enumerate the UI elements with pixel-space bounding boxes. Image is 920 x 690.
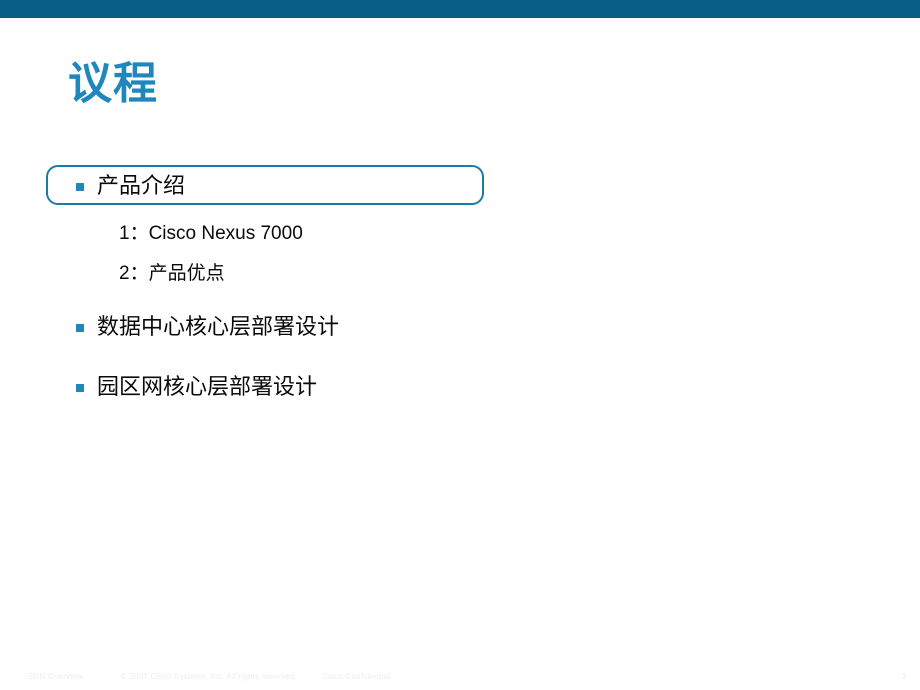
page-title: 议程 xyxy=(68,59,158,108)
footer-deck-name: SDN Overview xyxy=(28,672,83,681)
agenda-item-campus-core-design[interactable]: 园区网核心层部署设计 xyxy=(76,374,317,400)
agenda-item-label: 园区网核心层部署设计 xyxy=(97,374,318,399)
footer-copyright: © 2007 Cisco Systems, Inc. All rights re… xyxy=(121,672,297,681)
agenda-subitem-product-advantages[interactable]: 2：产品优点 xyxy=(119,262,225,286)
agenda-subitem-cisco-nexus-7000[interactable]: 1：Cisco Nexus 7000 xyxy=(119,222,303,246)
agenda-item-product-intro[interactable]: 产品介绍 xyxy=(76,173,185,199)
agenda-subitem-label: 1：Cisco Nexus 7000 xyxy=(119,223,303,244)
agenda-item-label: 产品介绍 xyxy=(97,173,186,198)
agenda-item-label: 数据中心核心层部署设计 xyxy=(97,314,340,339)
presentation-slide: 议程 产品介绍 1：Cisco Nexus 7000 2：产品优点 数据中心核心… xyxy=(0,0,920,690)
square-bullet-icon xyxy=(76,183,84,191)
slide-footer: SDN Overview © 2007 Cisco Systems, Inc. … xyxy=(0,664,920,690)
square-bullet-icon xyxy=(76,324,84,332)
top-accent-bar xyxy=(0,0,920,18)
footer-confidentiality: Cisco Confidential xyxy=(322,672,391,681)
square-bullet-icon xyxy=(76,384,84,392)
agenda-subitem-label: 2：产品优点 xyxy=(119,263,225,284)
agenda-item-datacenter-core-design[interactable]: 数据中心核心层部署设计 xyxy=(76,314,339,340)
slide-page-number: 3 xyxy=(901,672,906,681)
